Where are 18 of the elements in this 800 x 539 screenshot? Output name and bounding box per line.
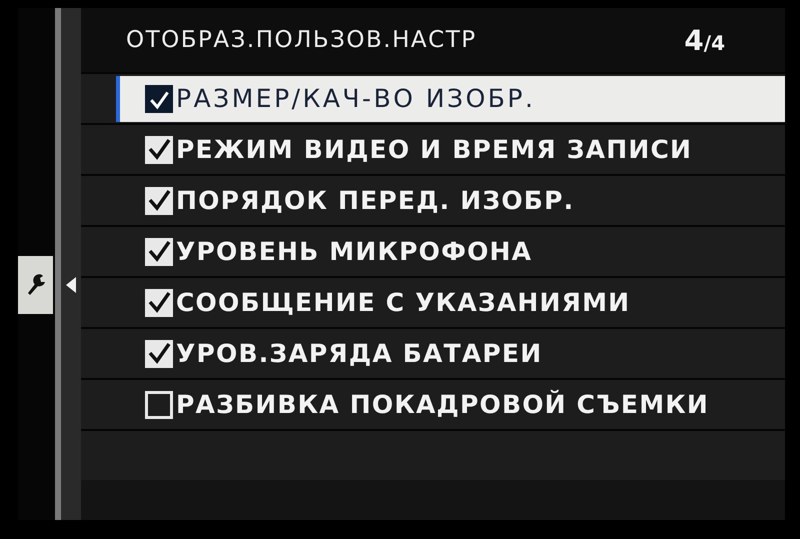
page-indicator: 4/4 — [684, 24, 725, 56]
item-label: УРОВ.ЗАРЯДА БАТАРЕИ — [176, 339, 542, 368]
item-label: РАЗБИВКА ПОКАДРОВОЙ СЪЕМКИ — [176, 390, 710, 419]
item-label: РЕЖИМ ВИДЕО И ВРЕМЯ ЗАПИСИ — [176, 135, 692, 164]
checkbox[interactable] — [145, 340, 173, 368]
menu-title: ОТОБРАЗ.ПОЛЬЗОВ.НАСТР — [126, 27, 477, 53]
checkbox[interactable] — [145, 136, 173, 164]
checkbox[interactable] — [145, 238, 173, 266]
left-arrow-icon — [66, 277, 76, 293]
settings-tab[interactable] — [18, 256, 53, 314]
checkbox[interactable] — [145, 288, 173, 316]
checkbox[interactable] — [145, 186, 173, 214]
item-label: ПОРЯДОК ПЕРЕД. ИЗОБР. — [176, 186, 574, 215]
item-label: СООБЩЕНИЕ С УКАЗАНИЯМИ — [176, 288, 630, 317]
item-label: УРОВЕНЬ МИКРОФОНА — [176, 237, 532, 266]
item-label: РАЗМЕР/КАЧ-ВО ИЗОБР. — [176, 84, 536, 113]
checkbox[interactable] — [145, 84, 173, 112]
menu-item[interactable]: РАЗМЕР/КАЧ-ВО ИЗОБР. — [116, 76, 785, 122]
